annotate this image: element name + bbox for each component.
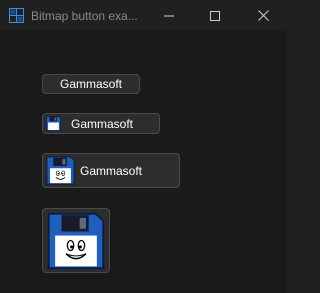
maximize-icon: [210, 10, 220, 21]
floppy-disk-large-icon: [47, 212, 105, 270]
close-button[interactable]: [240, 0, 286, 31]
gammasoft-medium-icon-button[interactable]: Gammasoft: [42, 153, 180, 188]
client-area: Gammasoft Gammasoft Gammasoft: [0, 31, 286, 293]
floppy-disk-small-icon: [46, 116, 61, 131]
button-label: Gammasoft: [80, 164, 143, 178]
button-label: Gammasoft: [71, 117, 134, 131]
main-window: Bitmap button exa... Gammasoft Gammasoft…: [0, 0, 286, 293]
minimize-icon: [164, 15, 174, 16]
floppy-disk-medium-icon: [46, 156, 75, 185]
button-label: Gammasoft: [59, 77, 122, 91]
floppy-image-button[interactable]: [42, 208, 110, 273]
maximize-button[interactable]: [192, 0, 238, 31]
gammasoft-small-icon-button[interactable]: Gammasoft: [42, 113, 160, 134]
window-title: Bitmap button exa...: [31, 9, 138, 23]
close-icon: [257, 10, 269, 21]
minimize-button[interactable]: [146, 0, 192, 31]
gammasoft-text-button[interactable]: Gammasoft: [42, 74, 140, 94]
title-bar[interactable]: Bitmap button exa...: [0, 0, 286, 31]
app-grid-icon: [9, 8, 24, 23]
